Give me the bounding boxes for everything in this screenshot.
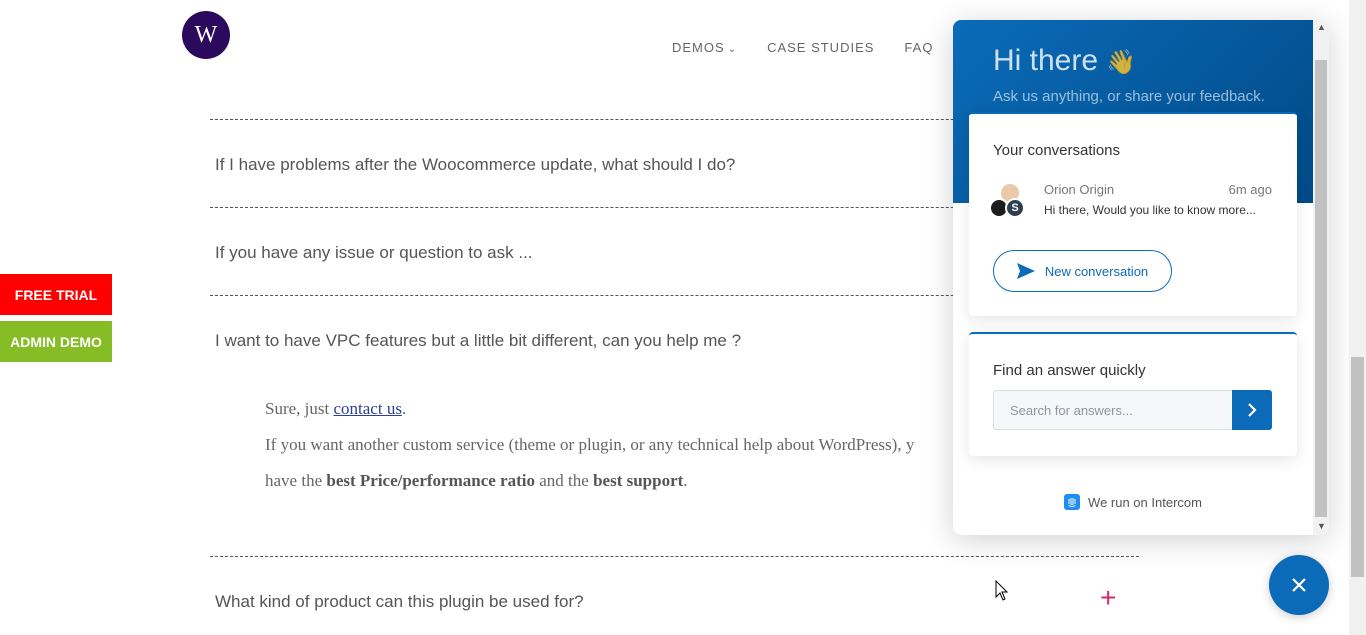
free-trial-button[interactable]: FREE TRIAL <box>0 274 112 315</box>
faq-answer-line: Sure, just contact us. <box>265 399 406 419</box>
faq-answer-line: If you want another custom service (them… <box>265 435 915 454</box>
powered-by-intercom[interactable]: We run on Intercom <box>953 494 1313 510</box>
messenger-scroll-thumb[interactable] <box>1315 60 1327 517</box>
conversation-preview: Hi there, Would you like to know more... <box>1044 203 1256 217</box>
avatar: S <box>1005 198 1025 218</box>
site-logo[interactable]: W <box>182 11 230 59</box>
contact-us-link[interactable]: contact us <box>333 399 401 418</box>
new-conversation-button[interactable]: New conversation <box>993 250 1172 292</box>
answer-text: . <box>401 399 407 418</box>
faq-answer-line: have the best Price/performance ratio an… <box>265 471 688 491</box>
send-icon <box>1016 263 1035 279</box>
answer-text: have the <box>265 471 327 490</box>
intercom-messenger: Hi there 👋 Ask us anything, or share you… <box>953 20 1329 535</box>
messenger-close-launcher[interactable] <box>1269 555 1329 615</box>
close-icon <box>1292 578 1306 592</box>
wave-icon: 👋 <box>1106 49 1137 76</box>
conversations-card: Your conversations S Orion Origin 6m ago… <box>969 112 1297 316</box>
logo-letter: W <box>194 21 218 48</box>
powered-by-label: We run on Intercom <box>1088 494 1202 510</box>
answer-text: and the <box>535 471 594 490</box>
expand-plus-icon[interactable]: + <box>1100 582 1116 614</box>
admin-demo-button[interactable]: ADMIN DEMO <box>0 321 112 362</box>
scroll-down-icon[interactable]: ▼ <box>1317 521 1326 531</box>
faq-question[interactable]: If I have problems after the Woocommerce… <box>215 155 735 175</box>
messenger-subgreeting: Ask us anything, or share your feedback. <box>993 88 1265 105</box>
faq-question[interactable]: If you have any issue or question to ask… <box>215 243 533 263</box>
intercom-icon <box>1064 494 1081 510</box>
nav-label: DEMOS <box>672 40 725 55</box>
search-card: Find an answer quickly <box>969 332 1297 456</box>
conversation-time: 6m ago <box>1228 182 1272 197</box>
search-submit-button[interactable] <box>1232 390 1272 430</box>
nav-item-faq[interactable]: FAQ <box>904 40 933 55</box>
answer-text: . <box>683 471 688 490</box>
greeting-text: Hi there <box>993 44 1099 77</box>
search-input[interactable] <box>993 390 1233 430</box>
conversation-item[interactable]: S Orion Origin 6m ago Hi there, Would yo… <box>989 182 1279 222</box>
faq-question[interactable]: What kind of product can this plugin be … <box>215 592 584 612</box>
new-conversation-label: New conversation <box>1044 263 1149 279</box>
chevron-right-icon <box>1248 403 1257 417</box>
conversations-title: Your conversations <box>993 142 1121 159</box>
main-nav: DEMOS ⌄ CASE STUDIES FAQ <box>672 40 933 55</box>
mouse-cursor-icon <box>995 580 1009 601</box>
chevron-down-icon: ⌄ <box>727 44 738 55</box>
answer-bold: best support <box>593 471 684 490</box>
nav-item-demos[interactable]: DEMOS ⌄ <box>672 40 737 55</box>
faq-question[interactable]: I want to have VPC features but a little… <box>215 331 741 351</box>
faq-divider <box>210 556 1139 557</box>
search-title: Find an answer quickly <box>993 362 1146 379</box>
messenger-greeting: Hi there 👋 <box>993 44 1136 78</box>
scroll-up-icon[interactable]: ▲ <box>1317 22 1326 32</box>
page-scroll-thumb[interactable] <box>1351 357 1364 577</box>
answer-text: Sure, just <box>265 399 334 418</box>
conversation-author: Orion Origin <box>1044 182 1115 197</box>
nav-item-case-studies[interactable]: CASE STUDIES <box>767 40 874 55</box>
answer-bold: best Price/performance ratio <box>326 471 535 490</box>
